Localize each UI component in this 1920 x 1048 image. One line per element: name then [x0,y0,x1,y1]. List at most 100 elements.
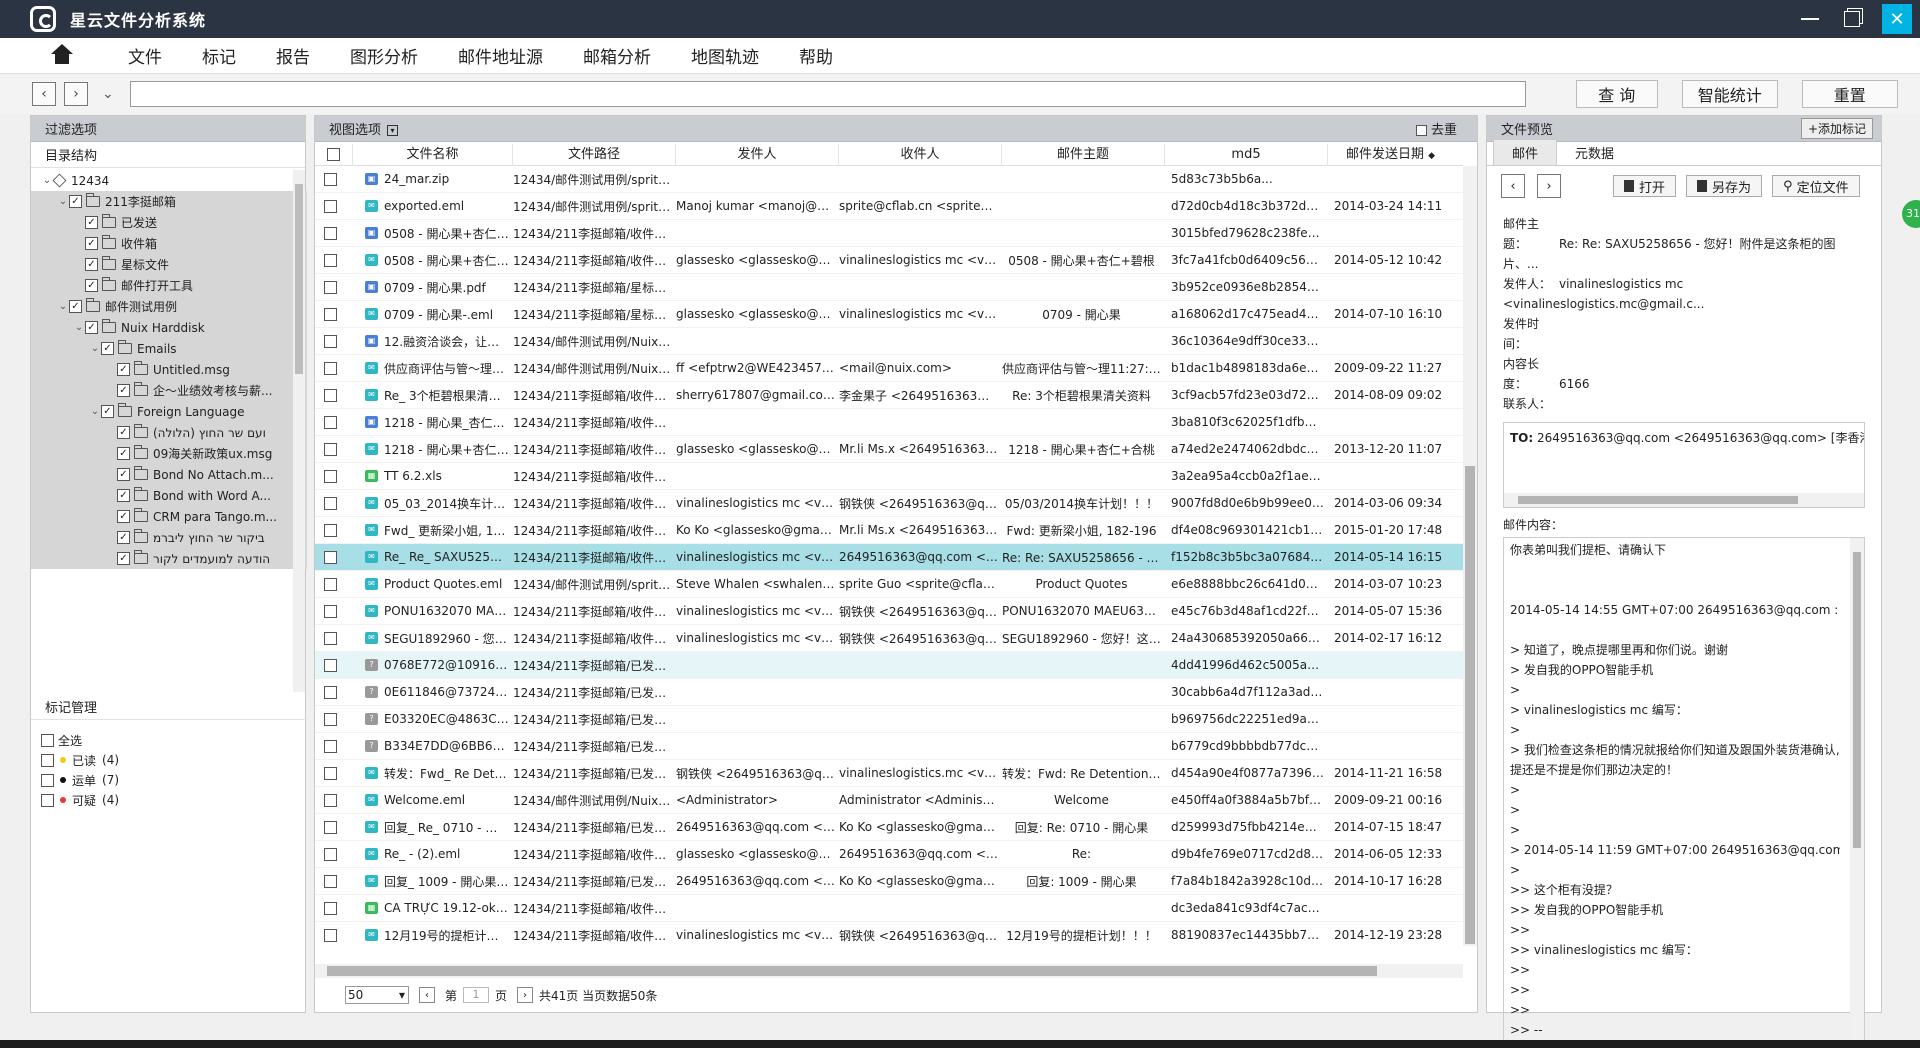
tree-checkbox[interactable]: ✓ [85,216,98,229]
row-checkbox[interactable] [323,712,337,726]
row-checkbox-cell[interactable] [315,280,353,294]
tree-node[interactable]: ⌄ 12434 [31,170,307,191]
mark-item[interactable]: 可疑 (4) [41,790,119,810]
row-checkbox[interactable] [323,793,337,807]
tree-node[interactable]: ✓ ביקור שר החוץ ליברמ [31,527,307,548]
history-dropdown-icon[interactable]: ⌄ [102,86,114,102]
table-row[interactable]: ✉ Welcome.eml 12434/邮件测试用例/Nuix ... <Admini… [315,787,1463,814]
table-row[interactable]: ✉ 0508 - 開心果+杏仁+碧... 12434/211李挺邮箱/收件箱...g… [315,247,1463,274]
row-checkbox[interactable] [323,604,337,618]
row-checkbox[interactable] [323,172,337,186]
row-checkbox[interactable] [323,847,337,861]
table-row[interactable]: ✉ Product Quotes.eml 12434/邮件测试用例/sprite..… [315,571,1463,598]
tree-node[interactable]: ⌄ ✓ Foreign Language [31,401,307,422]
back-button[interactable]: ‹ [32,82,56,106]
tree-node[interactable]: ✓ 已发送 [31,212,307,233]
table-row[interactable]: ? 0768E772@10916945.... 12434/211李挺邮箱/已发送.… [315,652,1463,679]
row-checkbox[interactable] [323,388,337,402]
tree-checkbox[interactable]: ✓ [85,258,98,271]
add-mark-button[interactable]: +添加标记 [1800,118,1873,139]
tree-checkbox[interactable]: ✓ [117,384,130,397]
tree-node[interactable]: ⌄ ✓ 211李挺邮箱 [31,191,307,212]
row-checkbox-cell[interactable] [315,658,353,672]
table-row[interactable]: ▣ 0508 - 開心果+杏仁+碧... 12434/211李挺邮箱/收件箱... 3… [315,220,1463,247]
table-row[interactable]: ✉ 0709 - 開心果-.eml 12434/211李挺邮箱/星标文... glas… [315,301,1463,328]
table-row[interactable]: ✉ 回复_ 1009 - 開心果-.e... 12434/211李挺邮箱/已发送..… [315,868,1463,895]
mark-checkbox[interactable] [41,753,54,767]
page-size-select[interactable]: 50 ▾ [345,986,409,1004]
floating-badge[interactable]: 31 [1902,200,1920,228]
table-row[interactable]: ✉ Re_ - (2).eml 12434/211李挺邮箱/收件箱... glasse… [315,841,1463,868]
col-file-name[interactable]: 文件名称 [353,143,513,166]
row-checkbox-cell[interactable] [315,820,353,834]
open-button[interactable]: 打开 [1613,175,1677,197]
row-checkbox-cell[interactable] [315,496,353,510]
menu-map-track[interactable]: 地图轨迹 [671,43,779,68]
table-row[interactable]: ▣ 0709 - 開心果.pdf 12434/211李挺邮箱/星标文... 3b952… [315,274,1463,301]
row-checkbox[interactable] [323,307,337,321]
row-checkbox[interactable] [323,658,337,672]
row-checkbox-cell[interactable] [315,793,353,807]
reset-button[interactable]: 重置 [1801,80,1898,108]
smart-stats-button[interactable]: 智能统计 [1681,80,1778,108]
col-sender[interactable]: 发件人 [676,143,839,166]
recipient-scrollbar[interactable] [1504,493,1864,507]
table-row[interactable]: ? 0E611846@73724C42.... 12434/211李挺邮箱/已发送.… [315,679,1463,706]
row-checkbox-cell[interactable] [315,226,353,240]
row-checkbox[interactable] [323,820,337,834]
tree-checkbox[interactable]: ✓ [101,342,114,355]
row-checkbox-cell[interactable] [315,739,353,753]
row-checkbox-cell[interactable] [315,523,353,537]
tree-checkbox[interactable]: ✓ [69,195,82,208]
col-recipient[interactable]: 收件人 [839,143,1002,166]
tree-node[interactable]: ✓ Untitled.msg [31,359,307,380]
row-checkbox-cell[interactable] [315,847,353,861]
save-as-button[interactable]: 另存为 [1686,175,1763,197]
tree-node[interactable]: ✓ Bond with Word A... [31,485,307,506]
row-checkbox[interactable] [323,874,337,888]
col-subject[interactable]: 邮件主题 [1002,143,1165,166]
tree-checkbox[interactable]: ✓ [117,447,130,460]
row-checkbox[interactable] [323,577,337,591]
mark-checkbox[interactable] [41,733,54,747]
row-checkbox-cell[interactable] [315,334,353,348]
row-checkbox[interactable] [323,442,337,456]
minimize-button[interactable] [1792,4,1828,34]
tree-node[interactable]: ✓ הודעה למועמדים לקור [31,548,307,569]
tree-node[interactable]: ✓ 邮件打开工具 [31,275,307,296]
tree-node[interactable]: ✓ ועם שר החוץ (הלולה) [31,422,307,443]
mark-item[interactable]: 运单 (7) [41,770,119,790]
row-checkbox-cell[interactable] [315,631,353,645]
row-checkbox[interactable] [323,496,337,510]
table-row[interactable]: ✉ 1218 - 開心果+杏仁+合... 12434/211李挺邮箱/收件箱...g… [315,436,1463,463]
row-checkbox[interactable] [323,415,337,429]
tree-checkbox[interactable]: ✓ [117,426,130,439]
row-checkbox-cell[interactable] [315,172,353,186]
tree-checkbox[interactable]: ✓ [85,321,98,334]
row-checkbox[interactable] [323,550,337,564]
row-checkbox[interactable] [323,253,337,267]
row-checkbox-cell[interactable] [315,901,353,915]
row-checkbox-cell[interactable] [315,388,353,402]
table-row[interactable]: ✉ 供应商评估与管～理11_... 12434/邮件测试用例/Nuix ...ff … [315,355,1463,382]
tab-mail[interactable]: 邮件 [1493,139,1558,165]
tree-checkbox[interactable]: ✓ [69,300,82,313]
tree-node[interactable]: ✓ 星标文件 [31,254,307,275]
tree-checkbox[interactable]: ✓ [117,510,130,523]
row-checkbox-cell[interactable] [315,469,353,483]
locate-file-button[interactable]: ⚲ 定位文件 [1772,175,1860,197]
row-checkbox-cell[interactable] [315,928,353,942]
menu-graph-analysis[interactable]: 图形分析 [330,43,438,68]
mark-checkbox[interactable] [41,793,54,807]
row-checkbox[interactable] [323,280,337,294]
table-row[interactable]: ✉ 回复_ Re_ 0710 - 開心果... 12434/211李挺邮箱/已发送.… [315,814,1463,841]
expand-icon[interactable]: ⌄ [41,175,53,186]
table-row[interactable]: ✉ Re_ Re_ SAXU5258656... 12434/211李挺邮箱/收件箱… [315,544,1463,571]
table-row[interactable]: ▣ 24_mar.zip 12434/邮件测试用例/sprite... 5d83c73… [315,166,1463,193]
tree-node[interactable]: ✓ CRM para Tango.m... [31,506,307,527]
close-button[interactable]: ✕ [1882,4,1912,34]
table-row[interactable]: ▦ CA TRỰC 19.12-ok.xls 12434/211李挺邮箱/收件箱..… [315,895,1463,922]
tree-node[interactable]: ✓ 企～业绩效考核与薪... [31,380,307,401]
table-row[interactable]: ▣ 1218 - 開心果_杏仁_合... 12434/211李挺邮箱/收件箱... 3… [315,409,1463,436]
forward-button[interactable]: › [64,82,88,106]
